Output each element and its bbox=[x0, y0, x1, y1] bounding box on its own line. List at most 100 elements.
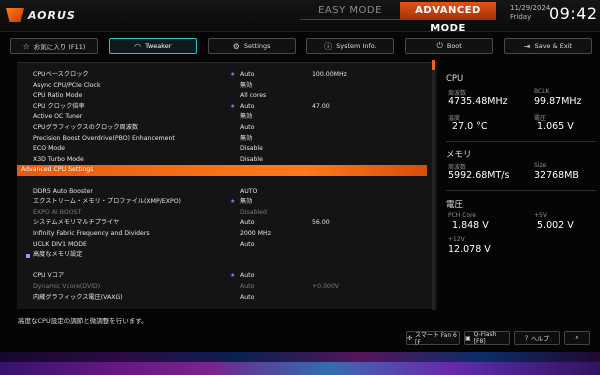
setting-label: UCLK DIV1 MODE bbox=[33, 240, 87, 248]
setting-label: エクストリーム・メモリ・プロファイル(XMP/EXPO) bbox=[33, 198, 181, 206]
setting-value[interactable]: Auto bbox=[240, 123, 254, 134]
day-text: Friday bbox=[510, 13, 532, 21]
setting-row[interactable]: UCLK DIV1 MODE Auto bbox=[17, 240, 427, 251]
setting-row[interactable]: EXPO AI BOOST Disabled bbox=[17, 208, 427, 219]
settings-scrollbar[interactable] bbox=[432, 60, 435, 310]
setting-row[interactable]: CPU クロック倍率 ★ Auto 47.00 bbox=[17, 102, 427, 113]
setting-label: Active OC Tuner bbox=[33, 113, 83, 121]
setting-value[interactable]: Auto bbox=[240, 293, 254, 304]
favorite-star-icon[interactable]: ★ bbox=[230, 70, 235, 81]
setting-row[interactable]: Advanced CPU Settings bbox=[17, 165, 427, 176]
search-icon: ⌕ bbox=[575, 334, 579, 341]
cpu-temp-value: 27.0 °C bbox=[452, 121, 488, 132]
setting-value[interactable]: All cores bbox=[240, 91, 266, 102]
setting-row[interactable]: CPUグラフィックスのクロック周波数 Auto bbox=[17, 123, 427, 134]
easy-mode-tab[interactable]: EASY MODE bbox=[300, 2, 400, 20]
scroll-thumb[interactable] bbox=[432, 60, 435, 70]
setting-value[interactable]: Auto bbox=[240, 271, 254, 282]
setting-row[interactable]: CPUベースクロック ★ Auto 100.00MHz bbox=[17, 70, 427, 81]
setting-label: CPUベースクロック bbox=[33, 71, 89, 78]
setting-label: CPU Vコア bbox=[33, 272, 65, 280]
setting-value[interactable]: Disable bbox=[240, 155, 263, 166]
tab-tweaker[interactable]: ◠ Tweaker bbox=[108, 38, 197, 54]
setting-label: CPU Ratio Mode bbox=[33, 92, 83, 100]
setting-value[interactable]: AUTO bbox=[240, 187, 257, 198]
setting-value[interactable]: 無効 bbox=[240, 134, 252, 145]
setting-label: CPUグラフィックスのクロック周波数 bbox=[33, 124, 139, 131]
setting-label: Async CPU/PCIe Clock bbox=[33, 81, 101, 89]
cpu-freq-value: 4735.48MHz bbox=[448, 96, 508, 107]
setting-label: X3D Turbo Mode bbox=[33, 155, 84, 163]
setting-value[interactable]: Auto bbox=[240, 282, 254, 293]
tab-settings[interactable]: ⚙ Settings bbox=[207, 38, 296, 54]
setting-value[interactable]: 無効 bbox=[240, 112, 252, 123]
setting-row[interactable]: CPU Ratio Mode All cores bbox=[17, 91, 427, 102]
setting-row[interactable]: DDR5 Auto Booster AUTO bbox=[17, 187, 427, 198]
tab-system-info[interactable]: ⓘ System Info. bbox=[306, 38, 395, 54]
setting-row[interactable]: ECO Mode Disable bbox=[17, 144, 427, 155]
setting-row[interactable]: CPU Vコア ★ Auto bbox=[17, 271, 427, 282]
setting-row[interactable]: Async CPU/PCIe Clock 無効 bbox=[17, 81, 427, 92]
tab-favorites[interactable]: ☆ お気に入り (F11) bbox=[10, 38, 98, 54]
tab-save-exit[interactable]: ⇥ Save & Exit bbox=[503, 38, 592, 54]
setting-value[interactable]: Disabled bbox=[240, 208, 267, 219]
setting-value[interactable]: 2000 MHz bbox=[240, 229, 271, 240]
eagle-icon bbox=[6, 8, 24, 22]
setting-row[interactable]: Precision Boost Overdrive(PBO) Enhanceme… bbox=[17, 134, 427, 145]
speedometer-icon: ◠ bbox=[134, 41, 142, 51]
help-description: 高度なCPU設定の調節と微調整を行います。 bbox=[18, 317, 148, 325]
setting-row[interactable]: Dynamic Vcore(DVID) Auto +0.000V bbox=[17, 282, 427, 293]
favorite-star-icon[interactable]: ★ bbox=[230, 271, 235, 282]
top-bar: AORUS EASY MODE ADVANCED MODE 11/29/2024… bbox=[0, 0, 600, 34]
setting-current-value: +0.000V bbox=[312, 283, 340, 290]
flash-icon: ▣ bbox=[465, 334, 471, 342]
setting-row[interactable]: Infinity Fabric Frequency and Dividers 20… bbox=[17, 229, 427, 240]
tab-label: Settings bbox=[243, 42, 271, 50]
setting-value[interactable]: Auto bbox=[240, 218, 254, 229]
search-button[interactable]: ⌕ bbox=[564, 331, 590, 345]
help-button[interactable]: ? ヘルプ bbox=[514, 331, 560, 345]
tab-label: Tweaker bbox=[145, 42, 172, 50]
star-icon: ☆ bbox=[22, 41, 30, 51]
tab-label: Boot bbox=[446, 42, 462, 50]
favorite-star-icon[interactable]: ★ bbox=[230, 102, 235, 113]
setting-label: Advanced CPU Settings bbox=[21, 166, 94, 174]
tab-boot[interactable]: ⏻ Boot bbox=[405, 38, 494, 54]
advanced-mode-tab[interactable]: ADVANCED MODE bbox=[400, 2, 496, 34]
help-icon: ? bbox=[524, 334, 529, 342]
setting-row[interactable]: 高度なメモリ設定 bbox=[17, 250, 427, 261]
setting-value[interactable]: Auto bbox=[240, 70, 254, 81]
setting-value[interactable]: Disable bbox=[240, 144, 263, 155]
setting-row[interactable]: システムメモリマルチプライヤ Auto 56.00 bbox=[17, 218, 427, 229]
v12-label: +12V bbox=[448, 236, 465, 243]
v5-label: +5V bbox=[534, 212, 547, 219]
qflash-label: Q-Flash [F8] bbox=[473, 331, 497, 345]
info-icon: ⓘ bbox=[324, 41, 333, 51]
setting-row[interactable]: X3D Turbo Mode Disable bbox=[17, 155, 427, 166]
divider bbox=[446, 190, 596, 191]
bclk-label: BCLK bbox=[534, 88, 550, 95]
setting-row[interactable]: 内蔵グラフィックス電圧(VAXG) Auto bbox=[17, 293, 427, 304]
v5-value: 5.002 V bbox=[537, 220, 574, 231]
rgb-glow-strip bbox=[0, 362, 600, 375]
tab-label: System Info. bbox=[336, 42, 377, 50]
mode-switch: EASY MODE ADVANCED MODE bbox=[300, 2, 496, 34]
smart-fan-button[interactable]: ✣ スマート Fan 6 [F bbox=[406, 331, 460, 346]
qflash-button[interactable]: ▣ Q-Flash [F8] bbox=[464, 331, 510, 345]
pch-value: 1.848 V bbox=[452, 220, 489, 231]
setting-value[interactable]: 無効 bbox=[240, 197, 252, 208]
setting-value[interactable]: Auto bbox=[240, 102, 254, 113]
voltage-section-title: 電圧 bbox=[446, 200, 464, 210]
setting-label: ECO Mode bbox=[33, 145, 65, 153]
setting-value[interactable]: Auto bbox=[240, 240, 254, 251]
favorite-star-icon[interactable]: ★ bbox=[230, 197, 235, 208]
setting-row[interactable]: Active OC Tuner 無効 bbox=[17, 112, 427, 123]
date-display: 11/29/2024 Friday bbox=[510, 4, 550, 22]
v12-value: 12.078 V bbox=[448, 244, 491, 255]
help-label: ヘルプ bbox=[531, 335, 550, 343]
pch-label: PCH Core bbox=[448, 212, 477, 219]
setting-value[interactable]: 無効 bbox=[240, 81, 252, 92]
main-nav: ☆ お気に入り (F11) ◠ Tweaker ⚙ Settings ⓘ Sys… bbox=[10, 38, 592, 54]
setting-row[interactable]: エクストリーム・メモリ・プロファイル(XMP/EXPO) ★ 無効 bbox=[17, 197, 427, 208]
setting-current-value: 100.00MHz bbox=[312, 71, 347, 78]
